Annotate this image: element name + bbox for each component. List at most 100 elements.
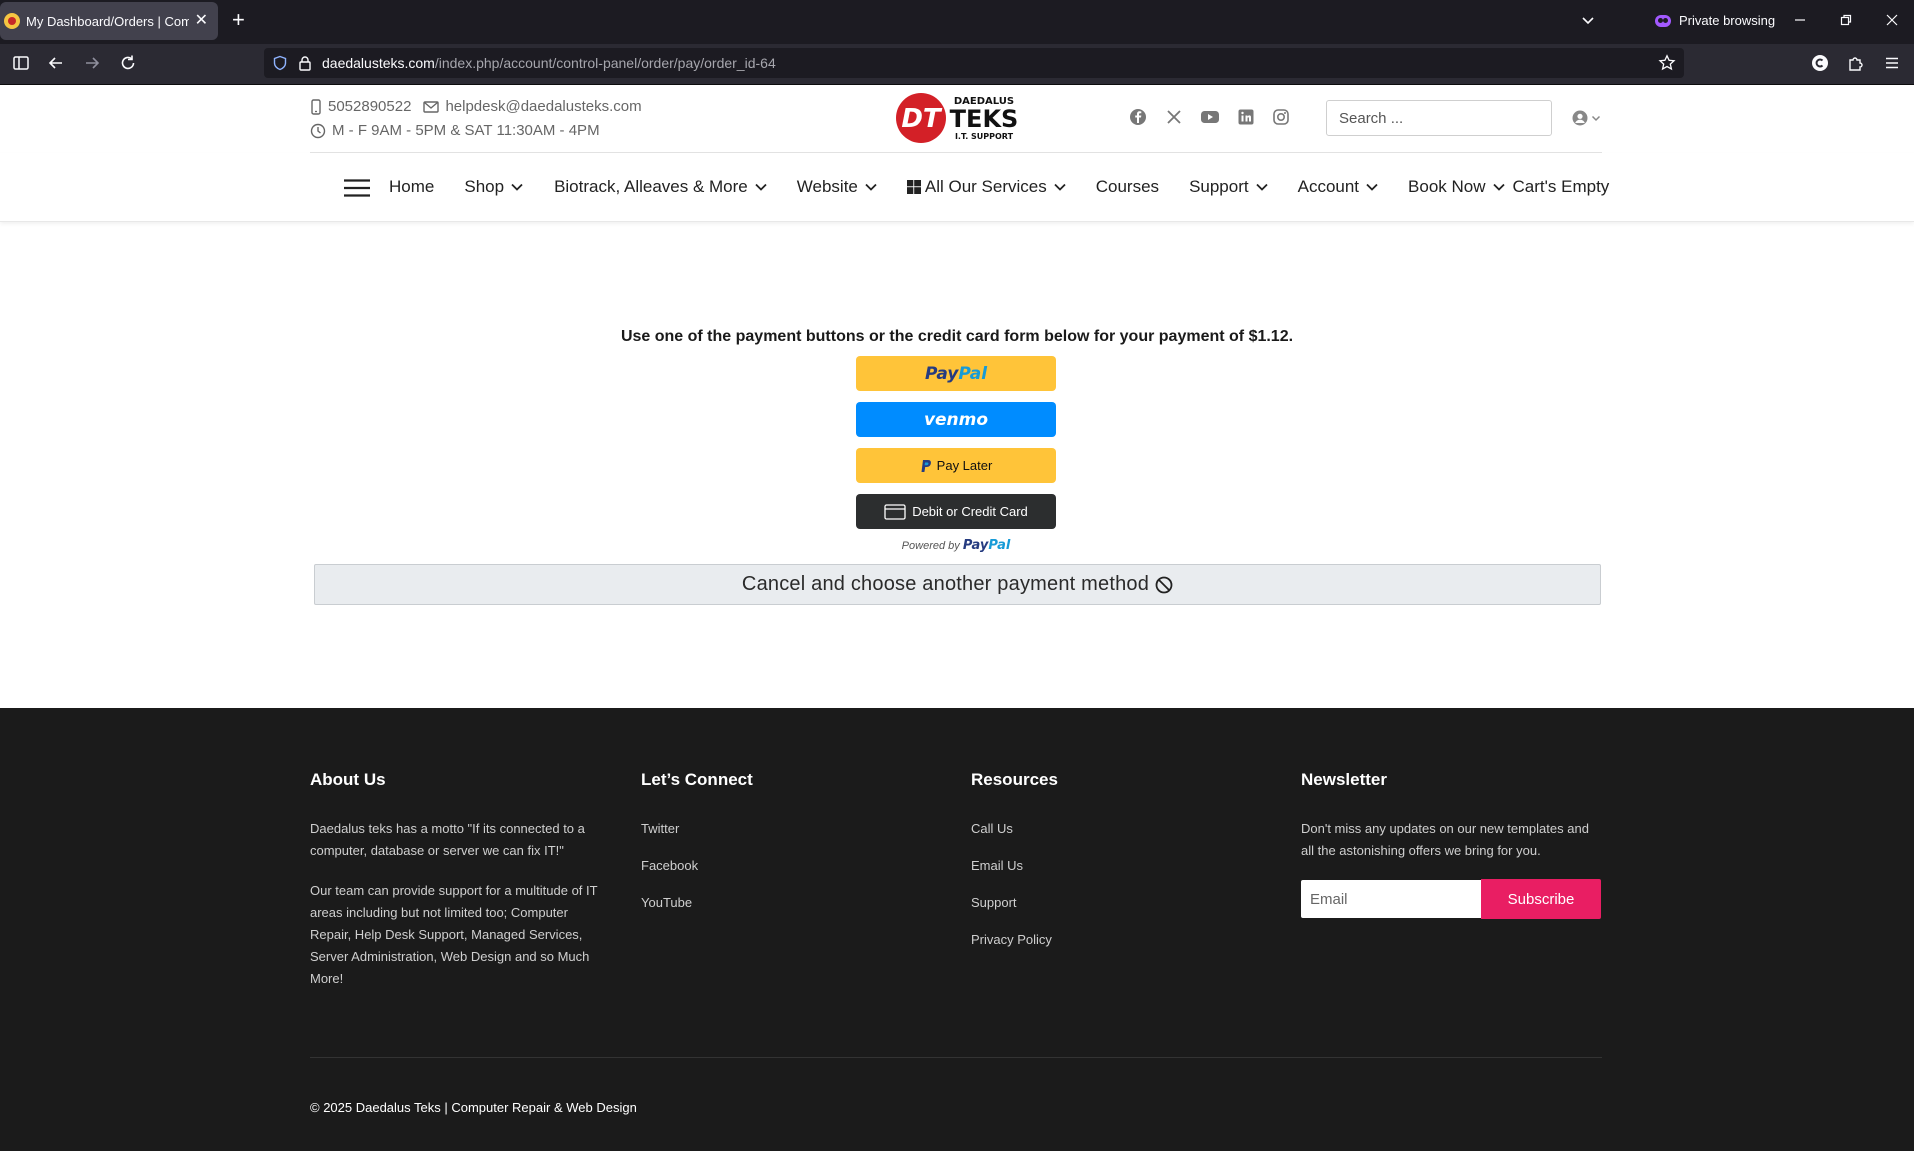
user-circle-icon (1572, 110, 1588, 126)
user-menu-toggle[interactable] (1572, 110, 1602, 126)
back-arrow-icon[interactable] (47, 54, 65, 72)
footer-link-twitter[interactable]: Twitter (641, 818, 941, 839)
footer-resources-title: Resources (971, 770, 1058, 789)
logo-main-text: TEKS (950, 105, 1019, 133)
reload-icon[interactable] (119, 54, 137, 72)
nav-all-services[interactable]: All Our Services (906, 177, 1066, 197)
nav-home-label: Home (389, 177, 435, 196)
hamburger-menu-icon[interactable] (344, 179, 370, 197)
nav-book-now-label: Book Now (1408, 177, 1486, 196)
nav-courses[interactable]: Courses (1096, 177, 1159, 197)
restore-icon[interactable] (1838, 12, 1854, 28)
list-all-tabs-icon[interactable] (1580, 12, 1596, 28)
logo-mark: DT (901, 104, 943, 134)
hours-row: M - F 9AM - 5PM & SAT 11:30AM - 4PM (310, 122, 600, 139)
nav-account-label: Account (1297, 177, 1360, 196)
nav-support[interactable]: Support (1189, 177, 1268, 197)
paypal-p-icon (921, 459, 931, 472)
site-footer: About Us Daedalus teks has a motto "If i… (0, 708, 1914, 1151)
youtube-icon[interactable] (1200, 108, 1220, 126)
site-logo[interactable]: DT DAEDALUS TEKS I.T. SUPPORT (895, 92, 1021, 144)
minimize-icon[interactable] (1792, 12, 1808, 28)
cancel-payment-button[interactable]: Cancel and choose another payment method (314, 564, 1601, 605)
app-menu-icon[interactable] (1883, 54, 1901, 72)
footer-newsletter: Newsletter Don't miss any updates on our… (1301, 770, 1601, 919)
payment-instruction: Use one of the payment buttons or the cr… (620, 328, 1294, 345)
chevron-down-icon (1366, 183, 1378, 191)
footer-about: About Us Daedalus teks has a motto "If i… (310, 770, 610, 1008)
footer-about-title: About Us (310, 770, 386, 789)
site-search-input[interactable] (1326, 100, 1552, 136)
address-bar[interactable]: daedalusteks.com/index.php/account/contr… (264, 48, 1684, 78)
chevron-down-icon (865, 183, 877, 191)
url-path: /index.php/account/control-panel/order/p… (434, 55, 776, 71)
nav-support-label: Support (1189, 177, 1249, 196)
newsletter-email-input[interactable] (1301, 880, 1481, 918)
nav-biotrack-label: Biotrack, Alleaves & More (554, 177, 748, 196)
footer-link-email-us[interactable]: Email Us (971, 855, 1271, 876)
nav-courses-label: Courses (1095, 177, 1160, 196)
footer-about-description: Our team can provide support for a multi… (310, 883, 598, 986)
padlock-icon[interactable] (298, 55, 312, 71)
linkedin-icon[interactable] (1237, 108, 1255, 126)
private-browsing-indicator: Private browsing (1655, 13, 1775, 28)
nav-items: Home Shop Biotrack, Alleaves & More Webs… (389, 153, 1609, 221)
cancel-payment-label: Cancel and choose another payment method (741, 573, 1150, 595)
footer-resources: Resources Call Us Email Us Support Priva… (971, 770, 1271, 966)
account-extension-icon[interactable] (1811, 54, 1829, 72)
powered-by-paypal: Powered by PayPal (856, 538, 1056, 553)
sidebar-icon[interactable] (12, 54, 30, 72)
browser-tab-bar: My Dashboard/Orders | Compu ✕ + Private … (0, 0, 1914, 44)
nav-shop-label: Shop (464, 177, 505, 196)
instagram-icon[interactable] (1272, 108, 1290, 126)
footer-divider (310, 1057, 1602, 1058)
chevron-down-icon (1054, 183, 1066, 191)
chevron-down-icon (1492, 183, 1505, 191)
venmo-logo: venmo (923, 409, 989, 430)
footer-connect-title: Let’s Connect (641, 770, 753, 789)
paypal-small-logo: PayPal (962, 538, 1011, 553)
footer-link-facebook[interactable]: Facebook (641, 855, 941, 876)
nav-book-now[interactable]: Book Now (1408, 177, 1505, 197)
debit-credit-card-button[interactable]: Debit or Credit Card (856, 494, 1056, 529)
chevron-down-icon (511, 183, 523, 191)
newsletter-form: Subscribe (1301, 879, 1601, 919)
venmo-button[interactable]: venmo (856, 402, 1056, 437)
credit-card-icon (884, 503, 906, 520)
phone-link[interactable]: 5052890522 (328, 98, 411, 115)
browser-toolbar: daedalusteks.com/index.php/account/contr… (0, 44, 1914, 85)
tracking-protection-shield-icon[interactable] (272, 55, 288, 71)
x-twitter-icon[interactable] (1165, 108, 1183, 126)
nav-website[interactable]: Website (797, 177, 877, 197)
paypal-logo: PayPal (924, 363, 988, 384)
footer-link-privacy-policy[interactable]: Privacy Policy (971, 929, 1271, 950)
new-tab-icon[interactable]: + (232, 9, 245, 31)
forward-arrow-icon[interactable] (83, 54, 101, 72)
nav-home[interactable]: Home (389, 177, 434, 197)
clock-icon (310, 123, 326, 138)
footer-link-call-us[interactable]: Call Us (971, 818, 1271, 839)
footer-link-support[interactable]: Support (971, 892, 1271, 913)
nav-shop[interactable]: Shop (464, 177, 523, 197)
subscribe-button[interactable]: Subscribe (1481, 879, 1601, 919)
footer-about-motto: Daedalus teks has a motto "If its connec… (310, 821, 585, 858)
close-window-icon[interactable] (1884, 12, 1900, 28)
facebook-icon[interactable] (1129, 108, 1147, 126)
windows-logo-icon (906, 180, 921, 194)
nav-biotrack[interactable]: Biotrack, Alleaves & More (554, 177, 767, 197)
logo-sub-text: I.T. SUPPORT (955, 132, 1014, 141)
footer-link-youtube[interactable]: YouTube (641, 892, 941, 913)
paypal-button[interactable]: PayPal (856, 356, 1056, 391)
browser-tab-active[interactable]: My Dashboard/Orders | Compu ✕ (0, 2, 218, 40)
nav-cart[interactable]: Cart's Empty (1513, 177, 1610, 197)
footer-newsletter-text: Don't miss any updates on our new templa… (1301, 821, 1589, 858)
pay-later-button[interactable]: Pay Later (856, 448, 1056, 483)
nav-account[interactable]: Account (1298, 177, 1378, 197)
extensions-puzzle-icon[interactable] (1847, 54, 1865, 72)
chevron-down-icon (755, 183, 767, 191)
url-host: daedalusteks.com (322, 55, 435, 71)
email-link[interactable]: helpdesk@daedalusteks.com (445, 98, 641, 115)
business-hours: M - F 9AM - 5PM & SAT 11:30AM - 4PM (332, 122, 600, 139)
close-tab-icon[interactable]: ✕ (195, 13, 208, 29)
bookmark-star-icon[interactable] (1658, 54, 1676, 72)
